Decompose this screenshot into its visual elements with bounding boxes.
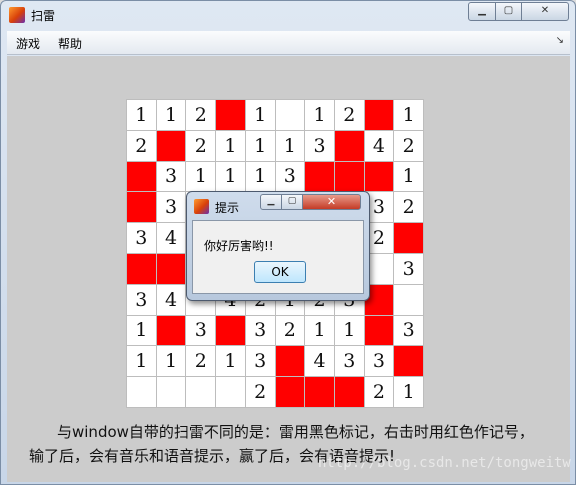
flagged-cell[interactable] [334, 161, 364, 192]
board-cell[interactable]: 1 [186, 161, 216, 192]
board-cell[interactable]: 1 [127, 100, 156, 130]
flagged-cell[interactable] [127, 161, 156, 192]
flagged-cell[interactable] [394, 346, 423, 377]
board-cell[interactable]: 1 [216, 130, 245, 161]
board-cell[interactable]: 2 [394, 192, 423, 223]
board-cell[interactable]: 3 [275, 161, 305, 192]
window-title: 扫雷 [31, 9, 56, 23]
flagged-cell[interactable] [127, 253, 156, 284]
watermark: http://blog.csdn.net/tongweitw [318, 455, 571, 471]
board-cell[interactable]: 1 [245, 100, 275, 130]
dialog-maximize-button[interactable]: ▢ [281, 194, 303, 210]
board-cell[interactable]: 1 [305, 315, 334, 346]
board-cell[interactable]: 4 [156, 284, 186, 315]
flagged-cell[interactable] [275, 377, 305, 407]
board-cell[interactable]: 3 [394, 253, 423, 284]
dialog-title: 提示 [215, 201, 240, 215]
board-cell[interactable]: 1 [334, 315, 364, 346]
board-cell[interactable]: 1 [216, 161, 245, 192]
board-cell[interactable]: 3 [334, 346, 364, 377]
menu-help[interactable]: 帮助 [58, 35, 82, 52]
board-cell[interactable]: 3 [127, 284, 156, 315]
board-cell[interactable]: 4 [156, 223, 186, 253]
board-cell[interactable] [394, 284, 423, 315]
board-cell[interactable]: 2 [186, 346, 216, 377]
flagged-cell[interactable] [364, 100, 394, 130]
board-cell[interactable] [186, 377, 216, 407]
board-cell[interactable] [156, 377, 186, 407]
minimize-button[interactable]: ▁ [468, 2, 496, 21]
flagged-cell[interactable] [305, 161, 334, 192]
board-cell[interactable]: 1 [245, 130, 275, 161]
flagged-cell[interactable] [334, 130, 364, 161]
board-cell[interactable]: 3 [364, 346, 394, 377]
board-cell[interactable]: 4 [364, 130, 394, 161]
board-cell[interactable]: 1 [156, 100, 186, 130]
board-cell[interactable] [127, 377, 156, 407]
board-cell[interactable]: 3 [305, 130, 334, 161]
board-cell[interactable] [216, 377, 245, 407]
board-cell[interactable]: 2 [275, 315, 305, 346]
flagged-cell[interactable] [216, 315, 245, 346]
board-cell[interactable]: 3 [127, 223, 156, 253]
hint-dialog: 提示 ▁ ▢ ✕ 你好厉害哟!! OK [186, 191, 370, 301]
board-cell[interactable]: 1 [216, 346, 245, 377]
board-cell[interactable]: 3 [245, 315, 275, 346]
board-cell[interactable]: 1 [127, 315, 156, 346]
flagged-cell[interactable] [334, 377, 364, 407]
flagged-cell[interactable] [156, 253, 186, 284]
dialog-minimize-button[interactable]: ▁ [260, 194, 282, 210]
board-cell[interactable]: 1 [275, 130, 305, 161]
matlab-logo-icon [194, 199, 209, 214]
board-cell[interactable]: 1 [305, 100, 334, 130]
board-cell[interactable]: 2 [334, 100, 364, 130]
board-cell[interactable]: 3 [156, 192, 186, 223]
board-cell[interactable]: 1 [156, 346, 186, 377]
flagged-cell[interactable] [216, 100, 245, 130]
board-cell[interactable]: 3 [186, 315, 216, 346]
board-cell[interactable]: 4 [305, 346, 334, 377]
description-line-1: 与window自带的扫雷不同的是：雷用黑色标记，右击时用红色作记号， [57, 423, 534, 441]
board-cell[interactable]: 2 [186, 100, 216, 130]
flagged-cell[interactable] [127, 192, 156, 223]
board-cell[interactable]: 2 [394, 130, 423, 161]
menu-game[interactable]: 游戏 [16, 35, 40, 52]
board-cell[interactable]: 2 [245, 377, 275, 407]
flagged-cell[interactable] [156, 130, 186, 161]
board-cell[interactable]: 2 [127, 130, 156, 161]
flagged-cell[interactable] [156, 315, 186, 346]
board-cell[interactable]: 3 [394, 315, 423, 346]
board-cell[interactable]: 1 [394, 161, 423, 192]
board-cell[interactable] [275, 100, 305, 130]
flagged-cell[interactable] [364, 315, 394, 346]
dialog-close-button[interactable]: ✕ [302, 194, 361, 210]
board-cell[interactable]: 1 [394, 377, 423, 407]
flagged-cell[interactable] [305, 377, 334, 407]
maximize-button[interactable]: ▢ [495, 2, 522, 21]
matlab-logo-icon [9, 7, 25, 23]
board-cell[interactable]: 3 [156, 161, 186, 192]
board-cell[interactable]: 2 [364, 377, 394, 407]
board-cell[interactable]: 2 [186, 130, 216, 161]
ok-button[interactable]: OK [254, 261, 306, 283]
board-cell[interactable]: 1 [127, 346, 156, 377]
flagged-cell[interactable] [364, 161, 394, 192]
board-cell[interactable]: 1 [245, 161, 275, 192]
close-button[interactable]: ✕ [521, 2, 569, 21]
board-cell[interactable]: 3 [245, 346, 275, 377]
dialog-body: 你好厉害哟!! OK [192, 220, 364, 294]
title-bar[interactable]: 扫雷 ▁ ▢ ✕ [1, 1, 575, 29]
dock-arrow-icon[interactable]: ↘ [556, 35, 564, 46]
board-cell[interactable]: 1 [394, 100, 423, 130]
flagged-cell[interactable] [275, 346, 305, 377]
dialog-message: 你好厉害哟!! [204, 239, 274, 253]
flagged-cell[interactable] [394, 223, 423, 253]
menu-bar: 游戏 帮助 ↘ [7, 31, 570, 55]
